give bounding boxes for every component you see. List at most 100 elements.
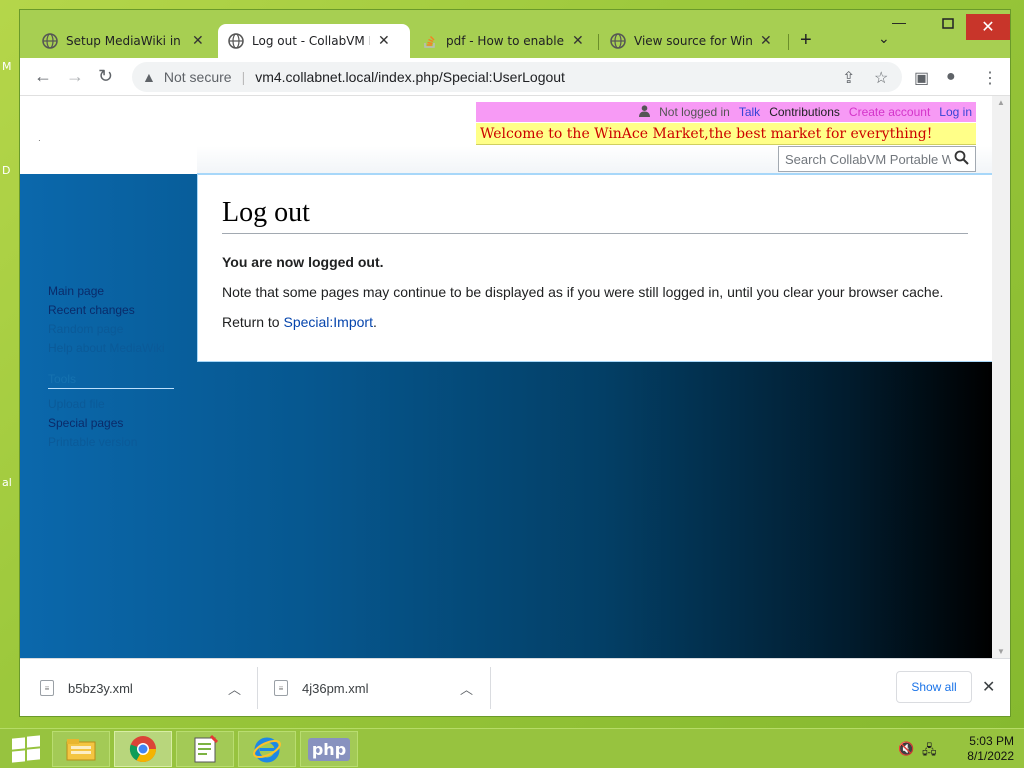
sidebar-item-recent-changes[interactable]: Recent changes <box>48 303 174 322</box>
tab-title: pdf - How to enable ml <box>446 34 564 48</box>
browser-window: Setup MediaWiki in Col ✕ Log out - Colla… <box>20 10 1010 716</box>
tab-title: Log out - CollabVM Por <box>252 34 370 48</box>
create-account-link[interactable]: Create account <box>849 105 930 119</box>
download-item[interactable]: ≡ b5bz3y.xml ︿ <box>40 659 256 716</box>
tab-log-out[interactable]: Log out - CollabVM Por ✕ <box>218 24 410 58</box>
page-title: Log out <box>222 197 968 234</box>
menu-icon[interactable]: ⋮ <box>982 68 998 88</box>
close-icon[interactable]: ✕ <box>378 33 390 49</box>
page-scrollbar[interactable]: ▲ ▼ <box>992 96 1010 658</box>
sidebar-item-upload-file[interactable]: Upload file <box>48 397 174 416</box>
side-panel-icon[interactable]: ▣ <box>914 68 929 88</box>
sidebar-item-random-page[interactable]: Random page <box>48 322 174 341</box>
close-icon[interactable]: ✕ <box>760 33 772 49</box>
bookmark-star-icon[interactable]: ☆ <box>874 68 888 88</box>
browser-toolbar: ← → ↻ ▲ Not secure | vm4.collabnet.local… <box>20 58 1010 96</box>
globe-icon <box>610 33 626 49</box>
file-icon: ≡ <box>40 680 54 696</box>
site-banner: Welcome to the WinAce Market,the best ma… <box>476 123 976 145</box>
maximize-button[interactable] <box>942 16 954 32</box>
user-icon <box>639 104 651 120</box>
php-icon[interactable]: php <box>300 731 358 767</box>
tab-separator <box>788 34 789 50</box>
desktop-icon-label: al <box>2 476 12 489</box>
notepad-plus-plus-icon[interactable] <box>176 731 234 767</box>
stackoverflow-icon <box>422 33 438 49</box>
tab-title: Setup MediaWiki in Col <box>66 34 184 48</box>
tab-pdf-stackoverflow[interactable]: pdf - How to enable ml ✕ <box>412 24 598 58</box>
speaker-muted-icon[interactable]: 🔇 <box>898 741 914 757</box>
network-icon[interactable]: 🖧 <box>922 741 937 763</box>
show-all-button[interactable]: Show all <box>896 671 972 703</box>
clock-date: 8/1/2022 <box>967 749 1014 763</box>
internet-explorer-icon[interactable] <box>238 731 296 767</box>
share-icon[interactable]: ⇪ <box>842 68 855 88</box>
forward-icon[interactable]: → <box>66 66 84 87</box>
downloads-bar: ≡ b5bz3y.xml ︿ ≡ 4j36pm.xml ︿ Show all ✕ <box>20 658 1010 716</box>
search-icon[interactable] <box>954 150 969 169</box>
reload-icon[interactable]: ↻ <box>98 66 113 87</box>
contributions-link[interactable]: Contributions <box>769 105 840 119</box>
chevron-down-icon[interactable]: ⌄ <box>878 30 890 47</box>
search-input[interactable]: Search CollabVM Portable W <box>778 146 976 172</box>
close-icon[interactable]: ✕ <box>572 33 584 49</box>
special-import-link[interactable]: Special:Import <box>283 314 372 330</box>
php-label: php <box>307 737 351 761</box>
globe-icon <box>228 33 244 49</box>
return-suffix: . <box>372 314 377 330</box>
chrome-icon[interactable] <box>114 731 172 767</box>
page-header: · Not logged in Talk Contributions Creat… <box>20 96 992 174</box>
address-bar[interactable]: ▲ Not secure | vm4.collabnet.local/index… <box>132 62 902 92</box>
cache-note: Note that some pages may continue to be … <box>222 284 944 300</box>
talk-link[interactable]: Talk <box>739 105 760 119</box>
download-filename[interactable]: 4j36pm.xml <box>302 681 368 696</box>
tab-title: View source for WinAc <box>634 34 752 48</box>
profile-icon[interactable]: ● <box>946 68 956 86</box>
security-label[interactable]: Not secure <box>164 69 232 85</box>
tab-setup-mediawiki[interactable]: Setup MediaWiki in Col ✕ <box>32 24 218 58</box>
file-explorer-icon[interactable] <box>52 731 110 767</box>
globe-icon <box>42 33 58 49</box>
close-icon[interactable]: ✕ <box>982 677 995 697</box>
tab-separator <box>598 34 599 50</box>
not-logged-in-label: Not logged in <box>659 105 730 119</box>
url-text[interactable]: vm4.collabnet.local/index.php/Special:Us… <box>255 69 565 85</box>
sidebar-divider <box>48 388 174 389</box>
tab-strip: Setup MediaWiki in Col ✕ Log out - Colla… <box>20 10 1010 58</box>
new-tab-button[interactable]: + <box>800 29 812 52</box>
logged-out-message: You are now logged out. <box>222 254 384 270</box>
scroll-down-icon[interactable]: ▼ <box>997 647 1005 656</box>
clock-time: 5:03 PM <box>969 734 1014 748</box>
back-icon[interactable]: ← <box>34 66 52 87</box>
chevron-up-icon[interactable]: ︿ <box>228 679 241 698</box>
logo-placeholder: · <box>38 136 41 145</box>
login-link[interactable]: Log in <box>939 105 972 119</box>
return-line: Return to Special:Import. <box>222 314 968 330</box>
sidebar-item-special-pages[interactable]: Special pages <box>48 416 174 435</box>
file-icon: ≡ <box>274 680 288 696</box>
sidebar-item-printable-version[interactable]: Printable version <box>48 435 174 454</box>
sidebar-item-main-page[interactable]: Main page <box>48 284 174 303</box>
chevron-up-icon[interactable]: ︿ <box>460 679 473 698</box>
system-clock[interactable]: 5:03 PM 8/1/2022 <box>944 734 1014 764</box>
windows-start-icon[interactable] <box>10 735 40 763</box>
warning-icon[interactable]: ▲ <box>142 69 156 85</box>
divider <box>490 667 491 709</box>
divider <box>257 667 258 709</box>
content-area: Log out You are now logged out. Note tha… <box>197 174 992 362</box>
divider: | <box>241 69 246 85</box>
return-prefix: Return to <box>222 314 284 330</box>
desktop-icon-label: D <box>2 164 11 177</box>
tab-view-source[interactable]: View source for WinAc ✕ <box>600 24 786 58</box>
search-placeholder[interactable]: Search CollabVM Portable W <box>785 152 951 167</box>
desktop-icon-label: M <box>2 60 12 73</box>
sidebar-heading-tools: Tools <box>48 372 77 386</box>
window-close-button[interactable]: ✕ <box>966 14 1010 40</box>
web-page: · Not logged in Talk Contributions Creat… <box>20 96 992 658</box>
download-filename[interactable]: b5bz3y.xml <box>68 681 133 696</box>
download-item[interactable]: ≡ 4j36pm.xml ︿ <box>274 659 490 716</box>
minimize-button[interactable]: — <box>892 14 906 30</box>
close-icon[interactable]: ✕ <box>192 33 204 49</box>
scroll-up-icon[interactable]: ▲ <box>997 98 1005 107</box>
sidebar-item-help[interactable]: Help about MediaWiki <box>48 341 174 360</box>
